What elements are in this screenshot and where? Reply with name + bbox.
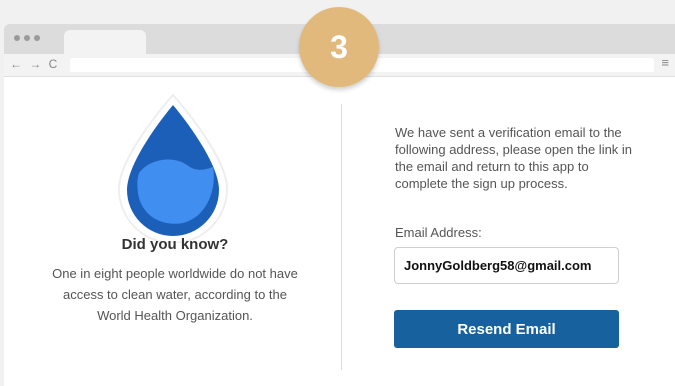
step-badge: 3 [299, 7, 379, 87]
water-fact-text: One in eight people worldwide do not hav… [52, 266, 298, 323]
vertical-divider [341, 104, 342, 370]
minimize-dot-icon[interactable] [24, 35, 30, 41]
resend-email-button[interactable]: Resend Email [394, 310, 619, 348]
menu-icon[interactable]: ≡ [661, 55, 669, 70]
close-dot-icon[interactable] [14, 35, 20, 41]
maximize-dot-icon[interactable] [34, 35, 40, 41]
window-controls[interactable] [14, 35, 40, 41]
nav-arrows-icon[interactable]: ← → C [10, 57, 59, 71]
email-label: Email Address: [395, 225, 482, 240]
did-you-know-heading: Did you know? [121, 236, 229, 253]
verification-message: We have sent a verification email to the… [395, 125, 633, 191]
browser-tab[interactable] [64, 30, 146, 56]
water-drop-icon [117, 93, 229, 243]
email-field[interactable]: JonnyGoldberg58@gmail.com [394, 247, 619, 284]
